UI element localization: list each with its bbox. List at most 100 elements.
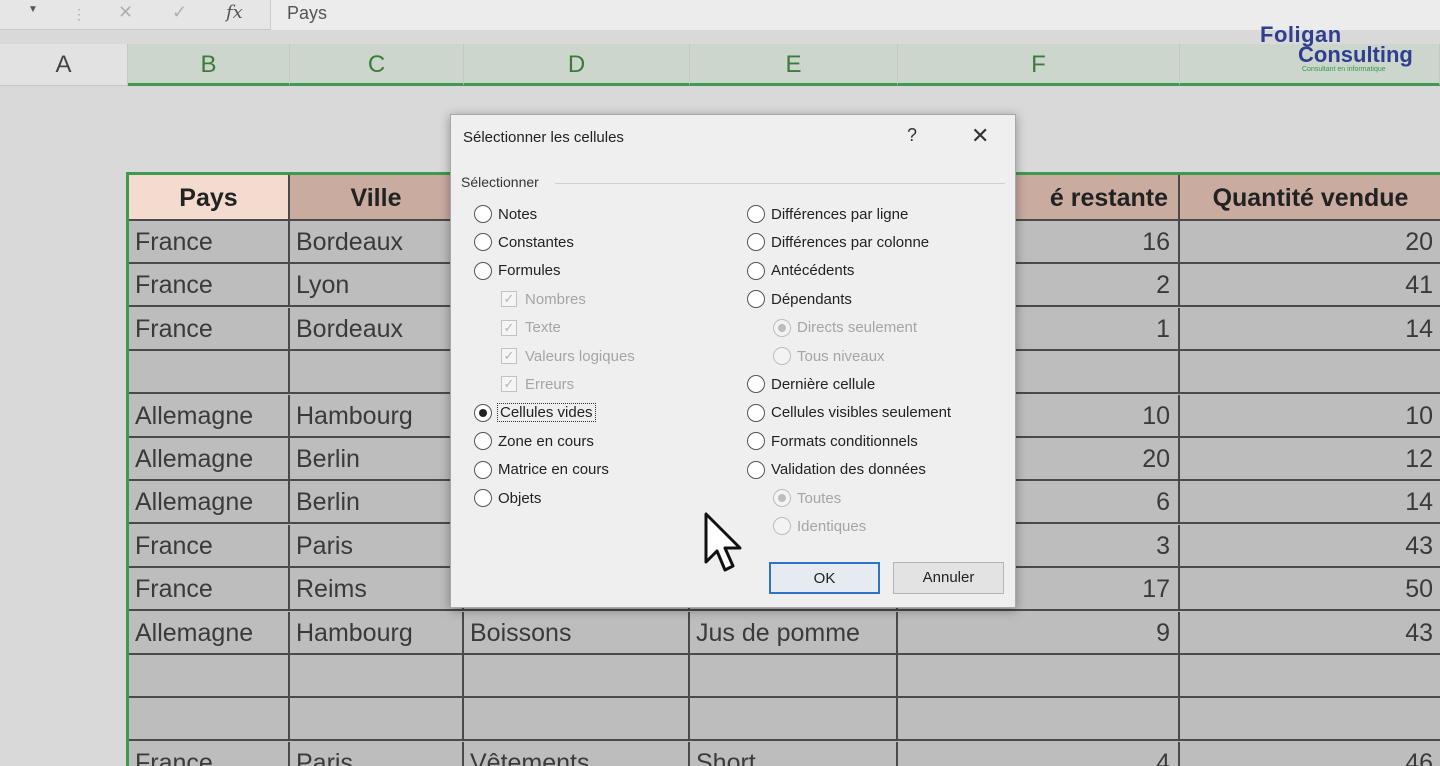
formula-bar: ▼ ⋮ ✕ ✓ fx Pays [0,0,1440,30]
table-cell[interactable]: 4 [898,741,1180,766]
table-cell[interactable] [1180,351,1440,395]
table-cell[interactable] [898,655,1180,698]
cancel-formula-icon[interactable]: ✕ [118,2,133,23]
radio-antecedents[interactable]: Antécédents [747,260,854,282]
name-box-dropdown-icon[interactable]: ▼ [28,4,38,15]
table-cell[interactable]: Allemagne [129,481,290,525]
option-label: Erreurs [525,375,575,393]
table-cell[interactable]: France [129,221,290,264]
table-cell[interactable]: Hambourg [290,394,464,438]
radio-derniere-cellule[interactable]: Dernière cellule [747,373,875,395]
table-cell[interactable]: Vêtements [464,741,690,766]
help-icon[interactable]: ? [907,125,917,146]
table-cell[interactable]: France [129,741,290,766]
table-cell[interactable]: Allemagne [129,394,290,438]
radio-matrice-en-cours[interactable]: Matrice en cours [474,459,609,481]
table-cell[interactable]: 43 [1180,525,1440,568]
table-cell[interactable] [690,655,898,698]
table-cell[interactable]: Paris [290,741,464,766]
table-cell[interactable]: Paris [290,524,464,568]
group-divider [555,183,1005,184]
table-cell[interactable]: Jus de pomme [690,611,898,655]
option-label: Dépendants [771,290,852,308]
table-cell[interactable] [464,655,690,698]
table-cell[interactable] [1180,698,1440,742]
radio-circle-icon [747,432,765,451]
table-cell[interactable] [129,351,290,395]
table-cell[interactable] [290,698,464,742]
column-header-a[interactable]: A [0,44,128,86]
radio-objets[interactable]: Objets [474,487,541,509]
table-cell[interactable]: Allemagne [129,438,290,481]
table-cell[interactable]: Bordeaux [290,307,464,351]
table-cell[interactable]: Berlin [290,438,464,481]
checkbox-valeurs-logiques: ✓ Valeurs logiques [501,345,635,367]
ok-button[interactable]: OK [769,562,880,594]
logo-tagline: Consultant en informatique [1302,66,1386,73]
radio-toutes: Toutes [773,487,841,509]
radio-differences-par-ligne[interactable]: Différences par ligne [747,203,908,225]
excel-window: ▼ ⋮ ✕ ✓ fx Pays A B C D E F Foligan Cons… [0,0,1440,766]
table-cell[interactable]: 50 [1180,568,1440,612]
radio-cellules-vides[interactable]: Cellules vides [474,402,596,424]
table-cell[interactable] [690,698,898,742]
table-cell[interactable]: 46 [1180,742,1440,766]
logo-line2: Consulting [1298,42,1413,67]
table-cell[interactable]: 14 [1180,481,1440,525]
column-header-e[interactable]: E [690,44,898,86]
radio-formules[interactable]: Formules [474,260,561,282]
radio-circle-icon [747,460,765,479]
radio-directs-seulement: Directs seulement [773,317,917,339]
table-cell[interactable]: 20 [1180,221,1440,264]
table-cell[interactable] [129,698,290,742]
radio-differences-par-colonne[interactable]: Différences par colonne [747,231,929,253]
table-cell[interactable]: Allemagne [129,611,290,655]
table-cell[interactable]: Hambourg [290,611,464,655]
table-cell[interactable]: 12 [1180,438,1440,481]
table-cell[interactable]: 9 [898,611,1180,655]
table-cell[interactable]: France [129,307,290,351]
radio-validation-des-donnees[interactable]: Validation des données [747,459,926,481]
table-cell[interactable]: Bordeaux [290,221,464,264]
table-cell[interactable] [290,655,464,698]
table-cell[interactable]: Short [690,741,898,766]
option-label: Notes [498,205,538,223]
table-cell[interactable]: 43 [1180,612,1440,655]
radio-notes[interactable]: Notes [474,203,537,225]
header-cell[interactable]: Quantité vendue [1180,175,1440,221]
column-header-b[interactable]: B [128,44,290,86]
table-cell[interactable]: Lyon [290,264,464,308]
radio-cellules-visibles-seulement[interactable]: Cellules visibles seulement [747,402,951,424]
table-cell[interactable]: 41 [1180,264,1440,308]
radio-circle-icon [474,233,492,252]
table-cell[interactable] [129,655,290,698]
column-header-c[interactable]: C [290,44,464,86]
table-cell[interactable]: France [129,568,290,612]
column-header-f[interactable]: F [898,44,1180,86]
table-cell[interactable]: 10 [1180,395,1440,438]
table-cell[interactable]: Reims [290,568,464,612]
table-cell[interactable]: Berlin [290,481,464,525]
column-header-d[interactable]: D [464,44,690,86]
enter-formula-icon[interactable]: ✓ [172,2,187,23]
option-label: Antécédents [771,262,855,280]
radio-zone-en-cours[interactable]: Zone en cours [474,430,594,452]
table-cell[interactable] [898,698,1180,742]
radio-constantes[interactable]: Constantes [474,231,574,253]
cancel-button[interactable]: Annuler [893,562,1004,594]
table-cell[interactable]: 14 [1180,308,1440,351]
option-label: Cellules vides [497,403,596,423]
radio-formats-conditionnels[interactable]: Formats conditionnels [747,430,918,452]
header-cell[interactable]: Pays [129,175,290,221]
header-cell[interactable]: Ville [290,175,464,221]
table-cell[interactable] [1180,655,1440,698]
table-cell[interactable] [464,698,690,742]
radio-dependants[interactable]: Dépendants [747,288,852,310]
table-cell[interactable]: France [129,524,290,568]
table-cell[interactable]: Boissons [464,611,690,655]
table-cell[interactable] [290,351,464,395]
insert-function-icon[interactable]: fx [226,2,243,23]
close-icon[interactable]: ✕ [971,123,989,149]
table-cell[interactable]: France [129,264,290,308]
checkbox-box-icon: ✓ [501,348,517,364]
